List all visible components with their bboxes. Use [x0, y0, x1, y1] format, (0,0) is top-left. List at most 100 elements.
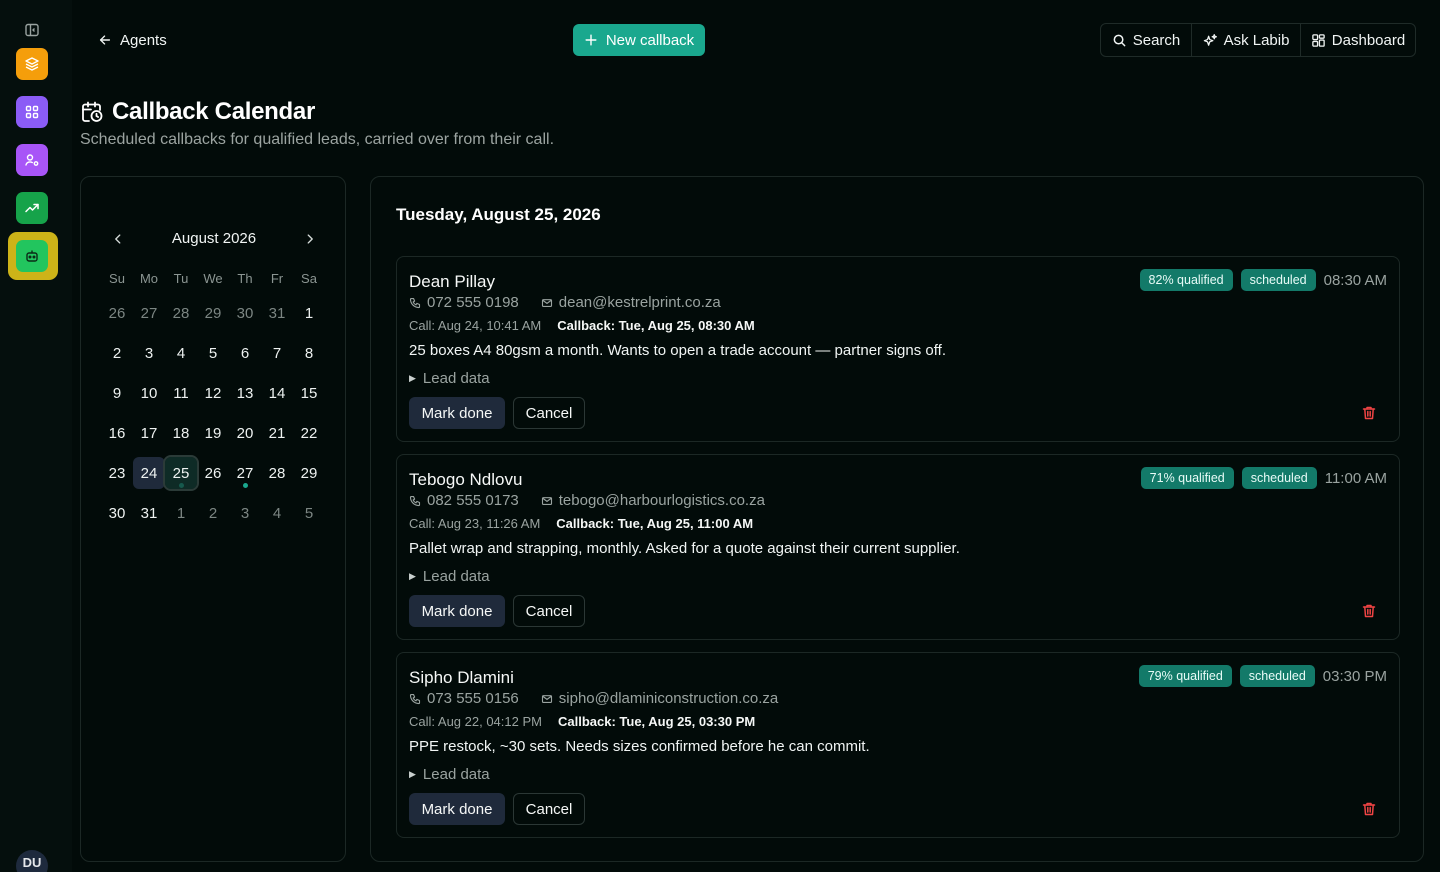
- calendar-day[interactable]: 13: [229, 373, 261, 413]
- delete-callback-button[interactable]: [1361, 603, 1377, 619]
- callback-slot-time: 11:00 AM: [1324, 469, 1387, 487]
- calendar-day-number: 31: [140, 504, 158, 522]
- calendar-day[interactable]: 30: [229, 293, 261, 333]
- calendar-day[interactable]: 4: [261, 493, 293, 533]
- calendar-day[interactable]: 31: [133, 493, 165, 533]
- callback-slot-time: 03:30 PM: [1322, 667, 1387, 685]
- calendar-day[interactable]: 27: [133, 293, 165, 333]
- calendar-day[interactable]: 17: [133, 413, 165, 453]
- lead-email[interactable]: dean@kestrelprint.co.za: [559, 294, 721, 312]
- calendar-day[interactable]: 21: [261, 413, 293, 453]
- calendar-day[interactable]: 1: [293, 293, 325, 333]
- calendar-day-number: 24: [133, 457, 165, 489]
- phone-icon: [409, 297, 421, 309]
- callback-time: Callback: Tue, Aug 25, 08:30 AM: [557, 318, 755, 333]
- calendar-day[interactable]: 5: [293, 493, 325, 533]
- calendar-day[interactable]: 3: [229, 493, 261, 533]
- calendar-day-number: 28: [172, 304, 190, 322]
- calendar-day[interactable]: 4: [165, 333, 197, 373]
- callback-card: Dean Pillay 072 555 0198 dean@kestrelpri…: [396, 256, 1400, 442]
- calendar-day[interactable]: 2: [197, 493, 229, 533]
- mark-done-button[interactable]: Mark done: [409, 397, 505, 429]
- calendar-day[interactable]: 29: [293, 453, 325, 493]
- calendar-day[interactable]: 23: [101, 453, 133, 493]
- calendar-day[interactable]: 15: [293, 373, 325, 413]
- calendar-day[interactable]: 5: [197, 333, 229, 373]
- lead-phone[interactable]: 073 555 0156: [427, 690, 519, 708]
- callback-meta: 71% qualified scheduled 11:00 AM: [1140, 467, 1387, 489]
- calendar-day[interactable]: 19: [197, 413, 229, 453]
- calendar-day[interactable]: 18: [165, 413, 197, 453]
- page-subtitle: Scheduled callbacks for qualified leads,…: [80, 131, 555, 148]
- lead-data-toggle[interactable]: ▶ Lead data: [409, 766, 490, 783]
- lead-phone[interactable]: 072 555 0198: [427, 294, 519, 312]
- calendar-day[interactable]: 22: [293, 413, 325, 453]
- calendar-clock-icon: [82, 101, 103, 122]
- next-month-button[interactable]: [300, 229, 320, 249]
- calendar-day[interactable]: 8: [293, 333, 325, 373]
- lead-email[interactable]: sipho@dlaminiconstruction.co.za: [559, 690, 779, 708]
- lead-data-toggle[interactable]: ▶ Lead data: [409, 568, 490, 585]
- sidebar-toggle-icon[interactable]: [24, 22, 40, 38]
- mark-done-button[interactable]: Mark done: [409, 595, 505, 627]
- calendar-day[interactable]: 26: [101, 293, 133, 333]
- calendar-day[interactable]: 27: [229, 453, 261, 493]
- calendar-day[interactable]: 16: [101, 413, 133, 453]
- rail-item-agents[interactable]: [16, 240, 48, 272]
- status-badge: scheduled: [1240, 269, 1316, 291]
- callback-slot-time: 08:30 AM: [1323, 271, 1387, 289]
- cancel-button[interactable]: Cancel: [513, 793, 585, 825]
- calendar-day-number: 14: [268, 384, 286, 402]
- lead-email[interactable]: tebogo@harbourlogistics.co.za: [559, 492, 765, 510]
- calendar-day[interactable]: 26: [197, 453, 229, 493]
- calendar-day[interactable]: 29: [197, 293, 229, 333]
- ask-labib-button[interactable]: Ask Labib: [1191, 24, 1300, 56]
- rail-item-command[interactable]: [16, 96, 48, 128]
- calendar-day[interactable]: 28: [261, 453, 293, 493]
- callback-times: Call: Aug 24, 10:41 AM Callback: Tue, Au…: [409, 318, 755, 334]
- lead-phone[interactable]: 082 555 0173: [427, 492, 519, 510]
- delete-callback-button[interactable]: [1361, 801, 1377, 817]
- dashboard-icon: [1312, 33, 1325, 47]
- calendar-day[interactable]: 30: [101, 493, 133, 533]
- calendar-day[interactable]: 25: [163, 453, 199, 493]
- rail-item-analytics[interactable]: [16, 192, 48, 224]
- calendar-day[interactable]: 11: [165, 373, 197, 413]
- search-button[interactable]: Search: [1101, 24, 1191, 56]
- mark-done-button[interactable]: Mark done: [409, 793, 505, 825]
- calendar-day-number: 27: [140, 304, 158, 322]
- delete-callback-button[interactable]: [1361, 405, 1377, 421]
- cancel-button[interactable]: Cancel: [513, 595, 585, 627]
- cancel-button[interactable]: Cancel: [513, 397, 585, 429]
- status-badge: scheduled: [1241, 467, 1317, 489]
- new-callback-button[interactable]: New callback: [573, 24, 705, 56]
- calendar-day[interactable]: 20: [229, 413, 261, 453]
- lead-contact: 073 555 0156 sipho@dlaminiconstruction.c…: [409, 690, 778, 708]
- callback-indicator-dot: [179, 483, 184, 488]
- calendar-day[interactable]: 24: [133, 453, 165, 493]
- calendar-day-number: 2: [112, 344, 122, 362]
- user-avatar[interactable]: DU: [16, 850, 48, 872]
- lead-data-toggle[interactable]: ▶ Lead data: [409, 370, 490, 387]
- back-to-agents-link[interactable]: Agents: [98, 30, 167, 50]
- qualified-badge: 79% qualified: [1138, 665, 1232, 687]
- day-callbacks-panel: Tuesday, August 25, 2026 Dean Pillay 072…: [370, 176, 1424, 862]
- rail-item-layers[interactable]: [16, 48, 48, 80]
- calendar-day[interactable]: 28: [165, 293, 197, 333]
- calendar-day-number: 26: [204, 464, 222, 482]
- selected-day-heading: Tuesday, August 25, 2026: [396, 205, 601, 224]
- calendar-day[interactable]: 7: [261, 333, 293, 373]
- calendar-day[interactable]: 1: [165, 493, 197, 533]
- calendar-day[interactable]: 14: [261, 373, 293, 413]
- calendar-day[interactable]: 31: [261, 293, 293, 333]
- calendar-day[interactable]: 2: [101, 333, 133, 373]
- calendar-day[interactable]: 10: [133, 373, 165, 413]
- rail-item-users[interactable]: [16, 144, 48, 176]
- dashboard-button[interactable]: Dashboard: [1300, 24, 1415, 56]
- callback-meta: 79% qualified scheduled 03:30 PM: [1138, 665, 1387, 687]
- calendar-day[interactable]: 9: [101, 373, 133, 413]
- lead-name: Sipho Dlamini: [409, 668, 514, 687]
- calendar-day[interactable]: 6: [229, 333, 261, 373]
- calendar-day[interactable]: 3: [133, 333, 165, 373]
- calendar-day[interactable]: 12: [197, 373, 229, 413]
